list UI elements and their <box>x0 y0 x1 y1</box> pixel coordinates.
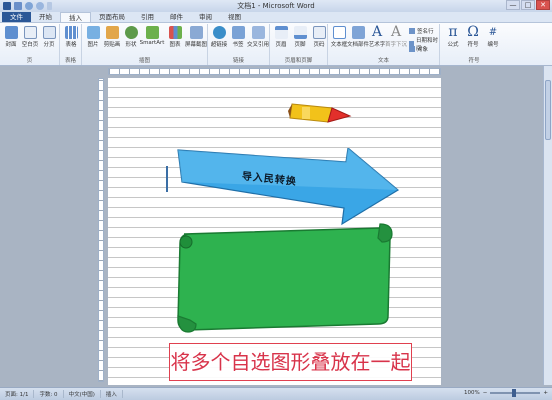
shapes-icon <box>124 26 138 39</box>
group-pages: 封面 空白页 分页 页 <box>0 24 60 65</box>
maximize-button[interactable]: □ <box>521 0 535 10</box>
tab-view[interactable]: 视图 <box>220 12 249 22</box>
tab-file[interactable]: 文件 <box>2 12 31 22</box>
page-break-button[interactable]: 分页 <box>38 26 60 48</box>
window-title: 文档1 - Microsoft Word <box>237 2 315 10</box>
equation-button[interactable]: π 公式 <box>442 24 464 48</box>
bookmark-button[interactable]: 书签 <box>227 26 249 48</box>
zoom-in-icon[interactable]: + <box>543 390 548 396</box>
drop-cap-icon: A <box>390 24 402 40</box>
zoom-level[interactable]: 100% <box>464 390 480 396</box>
group-label-tables: 表格 <box>64 58 76 64</box>
smartart-button[interactable]: SmartArt <box>139 26 165 46</box>
drop-cap-button[interactable]: A 首字下沉 <box>385 24 407 48</box>
group-header-footer: 页眉 页脚 页码 页眉和页脚 <box>270 24 328 65</box>
ribbon-tabs: 文件 开始 插入 页面布局 引用 邮件 审阅 视图 <box>0 12 552 23</box>
anchor-marker <box>166 166 168 192</box>
zoom-out-icon[interactable]: − <box>483 390 488 396</box>
group-label-header-footer: 页眉和页脚 <box>284 58 313 64</box>
numbering-button[interactable]: # 编号 <box>482 26 504 48</box>
footer-icon <box>293 26 307 39</box>
chart-icon <box>168 26 182 39</box>
text-box-icon <box>332 26 346 39</box>
clip-art-icon <box>105 26 119 39</box>
omega-icon: Ω <box>467 24 479 40</box>
tab-mailings[interactable]: 邮件 <box>162 12 191 22</box>
group-text: 文本框 文档部件 A 艺术字 A 首字下沉 签名行 日期和时间 对象 文本 <box>328 24 440 65</box>
tab-insert[interactable]: 插入 <box>60 12 91 22</box>
group-links: 超链接 书签 交叉引用 链接 <box>208 24 270 65</box>
status-bar: 页面: 1/1 字数: 0 中文(中国) 插入 100% − + <box>0 387 552 400</box>
caption-text: 将多个自选图形叠放在一起 <box>169 343 412 381</box>
page-break-icon <box>42 26 56 39</box>
screenshot-icon <box>189 26 203 39</box>
page-number-button[interactable]: 页码 <box>308 26 330 48</box>
zoom-slider-knob[interactable] <box>512 389 517 397</box>
bookmark-icon <box>231 26 245 39</box>
tab-page-layout[interactable]: 页面布局 <box>91 12 133 22</box>
ribbon: 封面 空白页 分页 页 表格 表格 图片 剪贴画 形状 SmartArt 图表 … <box>0 23 552 66</box>
signature-line-icon <box>409 28 415 34</box>
group-label-symbols: 符号 <box>468 58 480 64</box>
pi-icon: π <box>448 24 458 40</box>
cross-reference-icon <box>251 26 265 39</box>
table-icon <box>64 26 78 39</box>
globe-icon <box>212 26 226 39</box>
group-label-illustrations: 插图 <box>138 58 150 64</box>
status-word-count[interactable]: 字数: 0 <box>34 390 64 398</box>
title-bar: 文档1 - Microsoft Word — □ ✕ <box>0 0 552 12</box>
header-icon <box>274 26 288 39</box>
page-number-icon <box>312 26 326 39</box>
status-page[interactable]: 页面: 1/1 <box>0 390 35 398</box>
picture-icon <box>86 26 100 39</box>
quick-parts-icon <box>351 26 365 39</box>
scrollbar-thumb[interactable] <box>545 80 551 140</box>
cross-reference-button[interactable]: 交叉引用 <box>247 26 269 48</box>
table-button[interactable]: 表格 <box>60 26 82 48</box>
object-button[interactable]: 对象 <box>409 45 428 53</box>
object-icon <box>409 46 415 52</box>
vertical-scrollbar[interactable] <box>543 66 552 385</box>
signature-line-button[interactable]: 签名行 <box>409 27 434 35</box>
zoom-control: 100% − + <box>464 389 548 397</box>
cover-page-icon <box>4 26 18 39</box>
tab-review[interactable]: 审阅 <box>191 12 220 22</box>
status-insert-mode[interactable]: 插入 <box>101 390 123 398</box>
numbering-icon: # <box>488 27 498 38</box>
group-illustrations: 图片 剪贴画 形状 SmartArt 图表 屏幕截图 插图 <box>82 24 208 65</box>
group-label-text: 文本 <box>377 58 389 64</box>
tab-home[interactable]: 开始 <box>31 12 60 22</box>
group-label-pages: 页 <box>26 58 33 64</box>
close-button[interactable]: ✕ <box>536 0 550 10</box>
document-page[interactable]: 导入民转换 <box>108 78 441 385</box>
pencil-shape[interactable] <box>288 98 354 128</box>
window-controls: — □ ✕ <box>506 0 550 10</box>
vertical-ruler[interactable] <box>98 78 104 382</box>
status-language[interactable]: 中文(中国) <box>64 390 101 398</box>
scroll-shape[interactable] <box>174 220 396 338</box>
chart-button[interactable]: 图表 <box>164 26 186 48</box>
symbol-button[interactable]: Ω 符号 <box>462 24 484 48</box>
group-label-links: 链接 <box>232 58 244 64</box>
blank-page-icon <box>23 26 37 39</box>
horizontal-ruler[interactable] <box>108 68 441 75</box>
wordart-icon: A <box>371 24 383 40</box>
minimize-button[interactable]: — <box>506 0 520 10</box>
zoom-slider[interactable] <box>490 389 541 397</box>
tab-references[interactable]: 引用 <box>133 12 162 22</box>
screenshot-button[interactable]: 屏幕截图 <box>184 26 208 48</box>
smartart-icon <box>145 26 159 39</box>
group-tables: 表格 表格 <box>60 24 82 65</box>
group-symbols: π 公式 Ω 符号 # 编号 符号 <box>440 24 508 65</box>
